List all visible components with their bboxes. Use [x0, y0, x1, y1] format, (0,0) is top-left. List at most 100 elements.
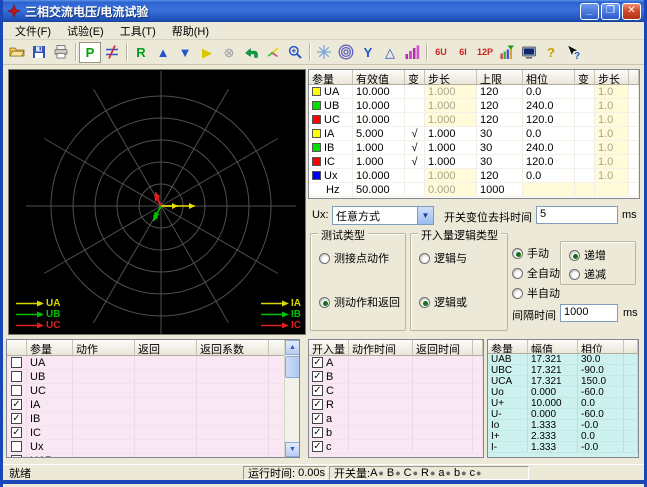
zoom-in-icon[interactable]: [284, 42, 306, 63]
value-cell[interactable]: 10.000: [353, 99, 405, 113]
wye-connection-button[interactable]: Y: [357, 42, 379, 63]
row-checkbox[interactable]: ✓: [312, 427, 323, 438]
row-checkbox[interactable]: [11, 455, 22, 458]
var-checkbox-cell[interactable]: √: [405, 155, 425, 169]
delta-connection-button[interactable]: △: [379, 42, 401, 63]
row-checkbox[interactable]: ✓: [312, 441, 323, 452]
limit-cell[interactable]: 1000: [477, 183, 523, 197]
scroll-down-arrow[interactable]: ▼: [285, 442, 300, 457]
limit-cell[interactable]: 120: [477, 169, 523, 183]
title-bar[interactable]: 三相交流电压/电流试验 _ ❐ ✕: [3, 0, 644, 22]
radio-logic-or[interactable]: 逻辑或: [419, 294, 467, 310]
row-checkbox[interactable]: [11, 371, 22, 382]
print-icon[interactable]: [50, 42, 72, 63]
interval-input[interactable]: 1000: [560, 304, 618, 322]
step2-cell[interactable]: 1.0: [595, 141, 629, 155]
checkbox-cell[interactable]: [7, 440, 27, 454]
var-checkbox-cell[interactable]: [405, 169, 425, 183]
context-help-icon[interactable]: ?: [562, 42, 584, 63]
signal-output-icon[interactable]: [496, 42, 518, 63]
value-cell[interactable]: 10.000: [353, 85, 405, 99]
step2-cell[interactable]: 1.0: [595, 127, 629, 141]
menu-item-2[interactable]: 工具(T): [112, 22, 164, 40]
limit-cell[interactable]: 30: [477, 141, 523, 155]
step-cell[interactable]: 1.000: [425, 127, 477, 141]
phase-cell[interactable]: 240.0: [523, 99, 575, 113]
menu-item-0[interactable]: 文件(F): [7, 22, 59, 40]
value-cell[interactable]: 10.000: [353, 169, 405, 183]
radio-icon[interactable]: [512, 288, 523, 299]
radio-icon[interactable]: [512, 248, 523, 259]
limit-cell[interactable]: 120: [477, 85, 523, 99]
undo-icon[interactable]: [240, 42, 262, 63]
limit-cell[interactable]: 30: [477, 127, 523, 141]
radio-icon[interactable]: [319, 297, 330, 308]
step-cell[interactable]: 1.000: [425, 113, 477, 127]
row-checkbox[interactable]: ✓: [312, 371, 323, 382]
radio-increment[interactable]: 递增: [569, 247, 606, 263]
step-cell[interactable]: 1.000: [425, 99, 477, 113]
scroll-thumb[interactable]: [285, 356, 300, 378]
open-file-icon[interactable]: [6, 42, 28, 63]
checkbox-cell[interactable]: ✓: [7, 426, 27, 440]
step2-cell[interactable]: 1.0: [595, 169, 629, 183]
var2-checkbox-cell[interactable]: [575, 127, 595, 141]
menu-item-1[interactable]: 试验(E): [59, 22, 112, 40]
phase-cell[interactable]: 0.0: [523, 169, 575, 183]
checkbox-cell[interactable]: [7, 384, 27, 398]
maximize-button[interactable]: ❐: [601, 3, 620, 20]
radio-test-act-return[interactable]: 测动作和返回: [319, 294, 400, 310]
rays-view-icon[interactable]: [313, 42, 335, 63]
phase-cell[interactable]: 0.0: [523, 85, 575, 99]
minimize-button[interactable]: _: [580, 3, 599, 20]
start-test-button[interactable]: ▶: [196, 42, 218, 63]
radio-full-auto[interactable]: 全自动: [512, 265, 560, 281]
phase-cell[interactable]: 240.0: [523, 141, 575, 155]
limit-cell[interactable]: 120: [477, 113, 523, 127]
checkbox-cell[interactable]: [7, 356, 27, 370]
checkbox-cell[interactable]: [7, 454, 27, 458]
radio-icon[interactable]: [512, 268, 523, 279]
row-checkbox[interactable]: ✓: [312, 399, 323, 410]
step2-cell[interactable]: 1.0: [595, 99, 629, 113]
vertical-scrollbar[interactable]: ▲▼: [284, 340, 299, 457]
radio-test-contact[interactable]: 测接点动作: [319, 250, 389, 266]
checkbox-cell[interactable]: ✓: [7, 398, 27, 412]
value-cell[interactable]: 50.000: [353, 183, 405, 197]
ux-mode-select[interactable]: 任意方式 ▼: [332, 206, 434, 225]
save-file-icon[interactable]: [28, 42, 50, 63]
scroll-up-arrow[interactable]: ▲: [285, 340, 300, 355]
value-cell[interactable]: 10.000: [353, 113, 405, 127]
mode-6i-button[interactable]: 6I: [452, 42, 474, 63]
checkbox-cell[interactable]: [7, 370, 27, 384]
row-checkbox[interactable]: ✓: [312, 357, 323, 368]
var2-checkbox-cell[interactable]: [575, 99, 595, 113]
var2-checkbox-cell[interactable]: [575, 85, 595, 99]
mode-6u-button[interactable]: 6U: [430, 42, 452, 63]
radio-manual[interactable]: 手动: [512, 245, 549, 261]
phase-invert-icon[interactable]: [101, 42, 123, 63]
var-checkbox-cell[interactable]: [405, 113, 425, 127]
value-cell[interactable]: 5.000: [353, 127, 405, 141]
step-down-button[interactable]: ▼: [174, 42, 196, 63]
row-checkbox[interactable]: ✓: [11, 399, 22, 410]
phase-cell[interactable]: 0.0: [523, 127, 575, 141]
debounce-input[interactable]: 5: [536, 206, 618, 224]
row-checkbox[interactable]: ✓: [11, 413, 22, 424]
var2-checkbox-cell[interactable]: [575, 169, 595, 183]
var-checkbox-cell[interactable]: [405, 85, 425, 99]
row-checkbox[interactable]: [11, 441, 22, 452]
radio-logic-and[interactable]: 逻辑与: [419, 250, 467, 266]
step-cell[interactable]: 0.000: [425, 183, 477, 197]
row-checkbox[interactable]: ✓: [312, 413, 323, 424]
step-up-button[interactable]: ▲: [152, 42, 174, 63]
display-panel-icon[interactable]: [518, 42, 540, 63]
step-cell[interactable]: 1.000: [425, 141, 477, 155]
step2-cell[interactable]: 1.0: [595, 155, 629, 169]
radio-icon[interactable]: [419, 297, 430, 308]
reset-r-button[interactable]: R: [130, 42, 152, 63]
var-checkbox-cell[interactable]: √: [405, 127, 425, 141]
vector-view-icon[interactable]: [262, 42, 284, 63]
row-checkbox[interactable]: ✓: [11, 427, 22, 438]
value-cell[interactable]: 1.000: [353, 141, 405, 155]
